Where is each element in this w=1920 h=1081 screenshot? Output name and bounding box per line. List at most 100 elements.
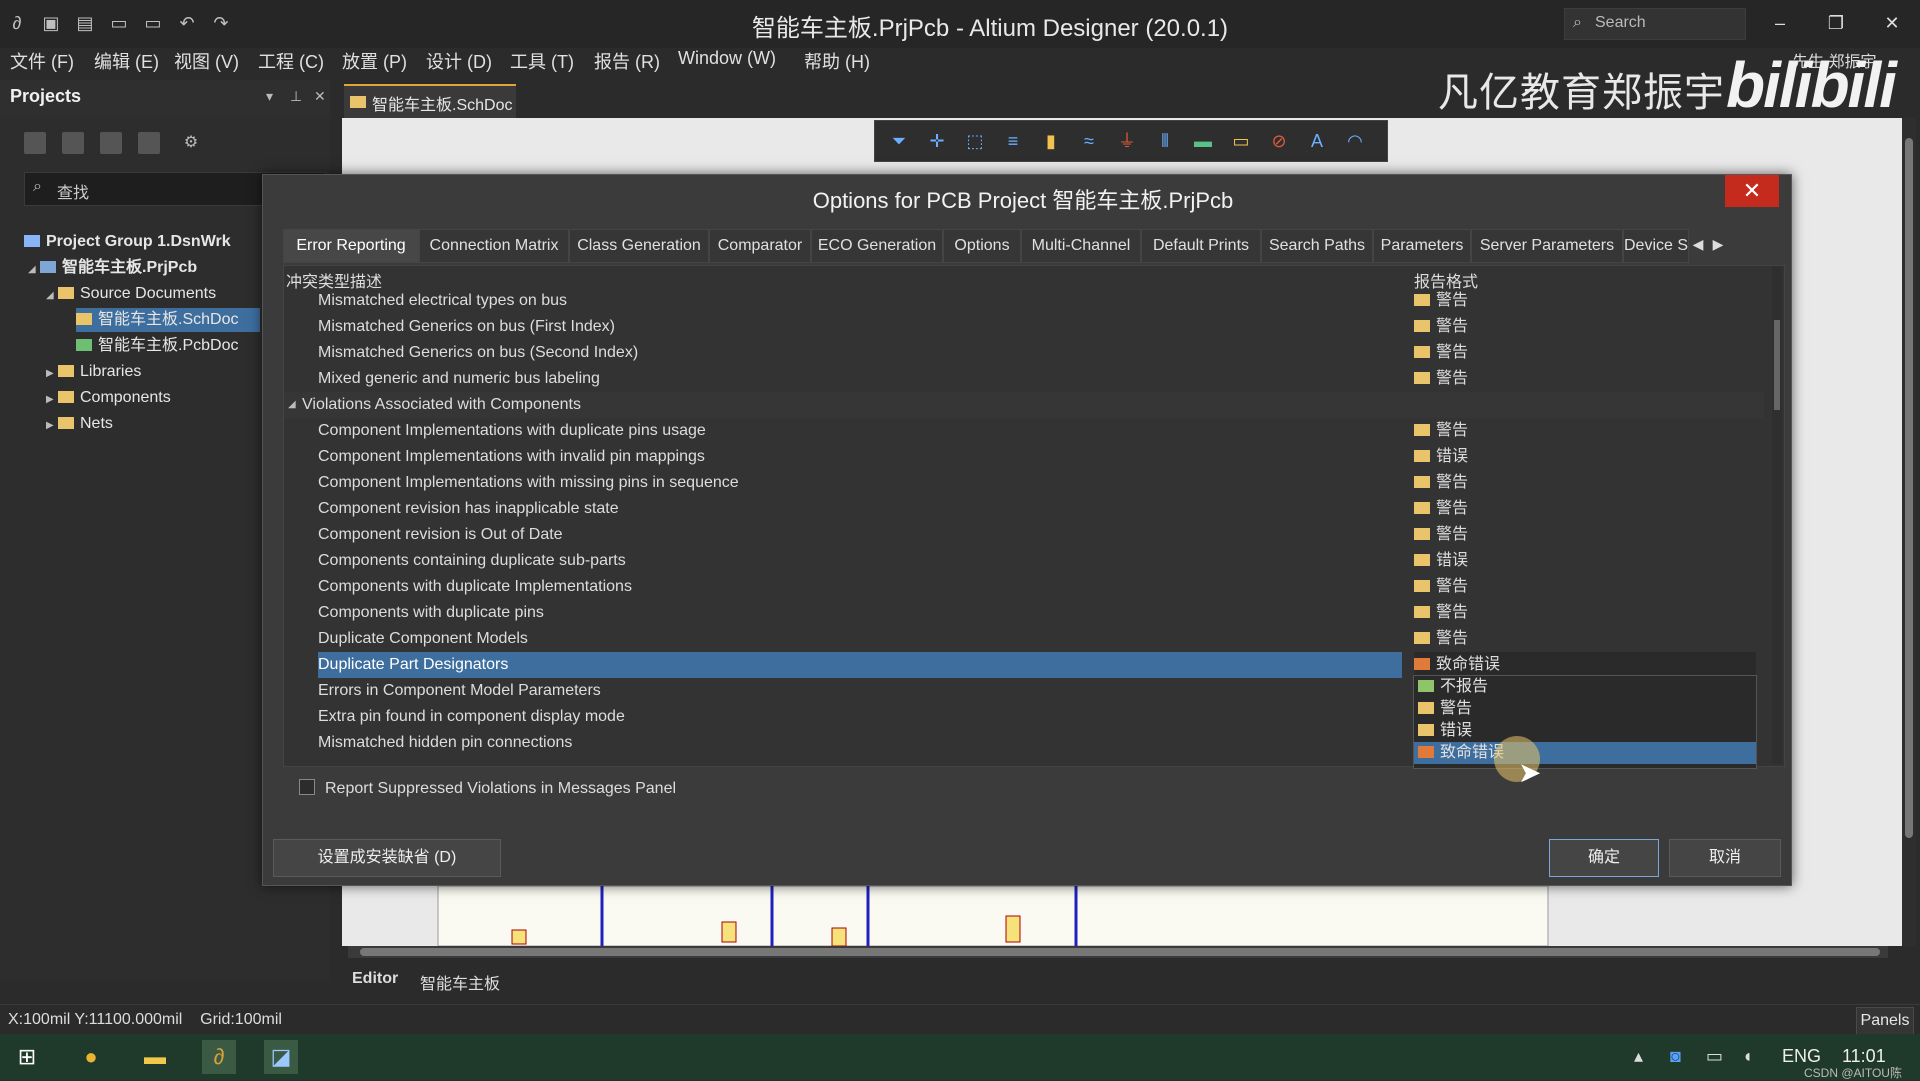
table-row[interactable]: Component Implementations with duplicate… xyxy=(284,418,1764,444)
tree-pcbdoc[interactable]: 智能车主板.PcbDoc xyxy=(76,334,238,358)
set-to-installation-defaults-button[interactable]: 设置成安装缺省 (D) xyxy=(273,839,501,877)
align-icon[interactable]: ≡ xyxy=(1001,129,1025,153)
tray-app-icon[interactable]: ◙ xyxy=(1670,1046,1681,1067)
open-folder-icon[interactable] xyxy=(100,132,122,154)
menu-place[interactable]: 放置 (P) xyxy=(342,48,407,74)
move-icon[interactable]: ✛ xyxy=(925,129,949,153)
group-row[interactable]: ◢ Violations Associated with Components xyxy=(284,392,1764,418)
file-explorer-icon[interactable]: ▬ xyxy=(138,1040,172,1074)
tab-comparator[interactable]: Comparator xyxy=(709,229,811,263)
scrollbar-thumb[interactable] xyxy=(360,948,1880,956)
tab-scroll-right-icon[interactable]: ▶ xyxy=(1709,231,1727,257)
panel-menu-icon[interactable]: ▾ xyxy=(266,88,273,105)
scrollbar-thumb[interactable] xyxy=(1774,320,1780,410)
text-icon[interactable]: A xyxy=(1305,129,1329,153)
dialog-close-button[interactable]: ✕ xyxy=(1725,175,1779,207)
tab-error-reporting[interactable]: Error Reporting xyxy=(283,229,419,263)
table-row[interactable]: Mismatched Generics on bus (Second Index… xyxy=(284,340,1764,366)
suppress-violations-checkbox[interactable]: Report Suppressed Violations in Messages… xyxy=(299,779,676,798)
menu-edit[interactable]: 编辑 (E) xyxy=(94,48,159,74)
scrollbar-thumb[interactable] xyxy=(1905,138,1913,838)
menu-tools[interactable]: 工具 (T) xyxy=(510,48,574,74)
table-row[interactable]: Component Implementations with missing p… xyxy=(284,470,1764,496)
collapse-icon[interactable]: ◢ xyxy=(46,284,58,308)
tab-scroll-left-icon[interactable]: ◀ xyxy=(1689,231,1707,257)
no-erc-icon[interactable]: ⊘ xyxy=(1267,129,1291,153)
tab-parameters[interactable]: Parameters xyxy=(1373,229,1471,263)
row-report-mode[interactable]: 警告 xyxy=(1414,314,1468,340)
grid-scrollbar[interactable] xyxy=(1772,266,1782,764)
tab-sheet[interactable]: 智能车主板 xyxy=(420,970,500,994)
dropdown-option-fatal-error[interactable]: 致命错误 xyxy=(1414,742,1756,764)
tree-libraries[interactable]: ▶ Libraries xyxy=(46,360,141,384)
row-report-mode[interactable]: 警告 xyxy=(1414,522,1468,548)
table-row[interactable]: Components containing duplicate sub-part… xyxy=(284,548,1764,574)
volume-icon[interactable]: ◖ xyxy=(1742,1046,1753,1067)
vertical-scrollbar[interactable] xyxy=(1902,118,1916,946)
menu-reports[interactable]: 报告 (R) xyxy=(594,48,660,74)
global-search[interactable]: ⌕ Search xyxy=(1564,8,1746,40)
row-report-mode[interactable]: 警告 xyxy=(1414,626,1468,652)
dropdown-option-error[interactable]: 错误 xyxy=(1414,720,1756,742)
table-row[interactable]: Mixed generic and numeric bus labeling 警告 xyxy=(284,366,1764,392)
horizontal-scrollbar[interactable] xyxy=(348,946,1888,958)
collapse-icon[interactable]: ◢ xyxy=(28,258,40,282)
project-options-icon[interactable] xyxy=(62,132,84,154)
dropdown-option-no-report[interactable]: 不报告 xyxy=(1414,676,1756,698)
gear-icon[interactable]: ⚙ xyxy=(180,132,202,154)
panels-button[interactable]: Panels xyxy=(1856,1007,1914,1035)
menu-project[interactable]: 工程 (C) xyxy=(258,48,324,74)
pin-icon[interactable]: ⊥ xyxy=(290,88,302,105)
power-port-icon[interactable]: ⏚ xyxy=(1115,129,1139,153)
row-report-mode[interactable]: 警告 xyxy=(1414,418,1468,444)
tab-device-sheets[interactable]: Device S xyxy=(1623,229,1689,263)
select-icon[interactable]: ⬚ xyxy=(963,129,987,153)
network-icon[interactable]: ▭ xyxy=(1706,1046,1723,1067)
wire-icon[interactable]: ≈ xyxy=(1077,129,1101,153)
collapse-icon[interactable]: ◢ xyxy=(288,392,296,418)
row-report-mode[interactable]: 警告 xyxy=(1414,574,1468,600)
restore-icon[interactable]: ❐ xyxy=(1816,8,1856,38)
minimize-icon[interactable]: – xyxy=(1760,8,1800,38)
row-report-mode[interactable]: 警告 xyxy=(1414,600,1468,626)
table-row[interactable]: Duplicate Component Models 警告 xyxy=(284,626,1764,652)
table-row[interactable]: Mismatched Generics on bus (First Index)… xyxy=(284,314,1764,340)
table-row[interactable]: Component Implementations with invalid p… xyxy=(284,444,1764,470)
tree-nets[interactable]: ▶ Nets xyxy=(46,412,113,436)
filter-icon[interactable]: ⏷ xyxy=(887,129,911,153)
altium-icon[interactable]: ∂ xyxy=(202,1040,236,1074)
menu-view[interactable]: 视图 (V) xyxy=(174,48,239,74)
tree-project-group[interactable]: Project Group 1.DsnWrk xyxy=(24,230,231,254)
tree-source-documents[interactable]: ◢ Source Documents xyxy=(46,282,216,306)
ok-button[interactable]: 确定 xyxy=(1549,839,1659,877)
windows-start-icon[interactable]: ⊞ xyxy=(10,1040,44,1074)
tab-eco-generation[interactable]: ECO Generation xyxy=(811,229,943,263)
tab-options[interactable]: Options xyxy=(943,229,1021,263)
row-report-mode[interactable]: 警告 xyxy=(1414,366,1468,392)
checkbox[interactable] xyxy=(299,779,315,795)
app-icon[interactable]: ◪ xyxy=(264,1040,298,1074)
table-row[interactable]: Components with duplicate pins 警告 xyxy=(284,600,1764,626)
row-report-mode[interactable]: 警告 xyxy=(1414,496,1468,522)
place-part-icon[interactable]: ▮ xyxy=(1039,129,1063,153)
row-report-mode[interactable]: 警告 xyxy=(1414,288,1468,314)
tab-default-prints[interactable]: Default Prints xyxy=(1141,229,1261,263)
tab-class-generation[interactable]: Class Generation xyxy=(569,229,709,263)
port-icon[interactable]: ▭ xyxy=(1229,129,1253,153)
table-row[interactable]: Component revision has inapplicable stat… xyxy=(284,496,1764,522)
save-project-icon[interactable] xyxy=(24,132,46,154)
report-mode-dropdown[interactable]: 不报告 警告 错误 致命错误 xyxy=(1413,675,1757,769)
sheet-symbol-icon[interactable]: ▬ xyxy=(1191,129,1215,153)
document-tab[interactable]: 智能车主板.SchDoc xyxy=(344,84,516,118)
arc-icon[interactable]: ◠ xyxy=(1343,129,1367,153)
table-row[interactable]: Mismatched electrical types on bus 警告 xyxy=(284,288,1764,314)
panel-close-icon[interactable]: ✕ xyxy=(314,88,326,105)
table-row[interactable]: Components with duplicate Implementation… xyxy=(284,574,1764,600)
cancel-button[interactable]: 取消 xyxy=(1669,839,1781,877)
menu-file[interactable]: 文件 (F) xyxy=(10,48,74,74)
row-report-mode[interactable]: 错误 xyxy=(1414,548,1468,574)
tree-components[interactable]: ▶ Components xyxy=(46,386,171,410)
tree-project[interactable]: ◢ 智能车主板.PrjPcb xyxy=(28,256,197,280)
menu-help[interactable]: 帮助 (H) xyxy=(804,48,870,74)
row-report-mode[interactable]: 警告 xyxy=(1414,340,1468,366)
